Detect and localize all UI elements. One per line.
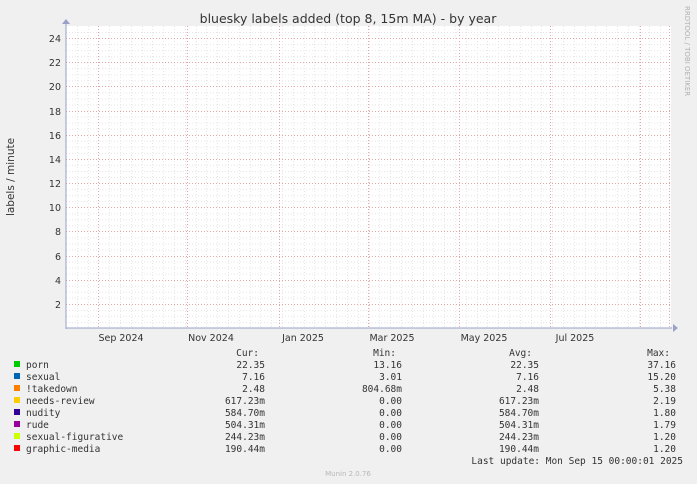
x-axis-arrow	[673, 324, 678, 332]
legend: Cur: Min: Avg: Max: porn 22.35 13.16 22.35 3…	[14, 348, 676, 455]
legend-series-name: sexual	[26, 372, 60, 383]
legend-series-name: porn	[26, 360, 49, 371]
legend-swatch-needs-review	[14, 397, 20, 403]
legend-cur-value: 7.16	[242, 372, 265, 383]
legend-min-value: 0.00	[379, 396, 402, 407]
legend-swatch-takedown	[14, 385, 20, 391]
legend-series-name: nudity	[26, 408, 61, 419]
y-tick-label: 20	[49, 82, 61, 93]
legend-min-value: 0.00	[379, 408, 402, 419]
y-tick-label: 6	[55, 252, 61, 263]
y-tick-label: 18	[49, 107, 61, 118]
last-update: Last update: Mon Sep 15 00:00:01 2025	[471, 456, 683, 467]
legend-max-value: 2.19	[653, 396, 676, 407]
legend-cur-value: 584.70m	[225, 408, 265, 419]
legend-header-min: Min:	[373, 348, 396, 359]
y-tick-label: 4	[55, 276, 61, 287]
legend-swatch-sexual-figurative	[14, 433, 20, 439]
y-tick-label: 8	[55, 227, 61, 238]
legend-cur-value: 244.23m	[225, 432, 265, 443]
y-tick-label: 12	[49, 179, 61, 190]
legend-swatch-porn	[14, 361, 20, 367]
chart-title: bluesky labels added (top 8, 15m MA) - b…	[200, 11, 498, 26]
legend-header-cur: Cur:	[236, 348, 259, 359]
x-tick-label: May 2025	[461, 333, 508, 344]
legend-min-value: 804.68m	[362, 384, 402, 395]
legend-min-value: 0.00	[379, 444, 402, 455]
legend-avg-value: 504.31m	[499, 420, 539, 431]
y-tick-label: 24	[49, 34, 61, 45]
legend-cur-value: 22.35	[236, 360, 265, 371]
legend-series-name: !takedown	[26, 384, 77, 395]
legend-avg-value: 190.44m	[499, 444, 539, 455]
y-tick-label: 14	[49, 155, 61, 166]
x-tick-label: Jan 2025	[281, 333, 324, 344]
legend-swatch-nudity	[14, 409, 20, 415]
legend-swatch-rude	[14, 421, 20, 427]
legend-max-value: 5.38	[653, 384, 676, 395]
y-tick-label: 10	[49, 203, 61, 214]
legend-avg-value: 617.23m	[499, 396, 539, 407]
x-tick-label: Mar 2025	[369, 333, 414, 344]
legend-header-avg: Avg:	[509, 348, 532, 359]
x-tick-label: Jul 2025	[555, 333, 595, 344]
legend-series-name: needs-review	[26, 396, 95, 407]
legend-swatch-graphic-media	[14, 445, 20, 451]
legend-series-name: sexual-figurative	[26, 432, 124, 443]
legend-avg-value: 244.23m	[499, 432, 539, 443]
legend-max-value: 1.80	[653, 408, 676, 419]
legend-swatch-sexual	[14, 373, 20, 379]
legend-avg-value: 7.16	[516, 372, 539, 383]
legend-series-name: rude	[26, 420, 49, 431]
legend-min-value: 0.00	[379, 432, 402, 443]
legend-max-value: 37.16	[647, 360, 676, 371]
y-tick-label: 2	[55, 300, 61, 311]
legend-avg-value: 22.35	[510, 360, 539, 371]
y-tick-labels: 24681012141618202224	[49, 34, 61, 311]
munin-version: Munin 2.0.76	[325, 470, 371, 478]
legend-cur-value: 617.23m	[225, 396, 265, 407]
legend-header-max: Max:	[647, 348, 670, 359]
legend-min-value: 3.01	[379, 372, 402, 383]
x-tick-label: Sep 2024	[98, 333, 143, 344]
legend-max-value: 1.20	[653, 432, 676, 443]
x-tick-labels: Sep 2024 Nov 2024 Jan 2025 Mar 2025 May 2025…	[98, 333, 594, 344]
legend-series-name: graphic-media	[26, 444, 100, 455]
legend-avg-value: 2.48	[516, 384, 539, 395]
legend-max-value: 1.20	[653, 444, 676, 455]
y-tick-label: 22	[49, 58, 61, 69]
y-axis-arrow	[62, 19, 70, 24]
legend-max-value: 1.79	[653, 420, 676, 431]
y-axis-label: labels / minute	[5, 138, 17, 216]
chart: bluesky labels added (top 8, 15m MA) - b…	[5, 6, 691, 478]
legend-min-value: 0.00	[379, 420, 402, 431]
legend-avg-value: 584.70m	[499, 408, 539, 419]
legend-cur-value: 190.44m	[225, 444, 265, 455]
y-tick-label: 16	[49, 131, 61, 142]
legend-min-value: 13.16	[373, 360, 402, 371]
rrdtool-side-label: RRDTOOL / TOBI OETIKER	[683, 6, 691, 96]
legend-cur-value: 504.31m	[225, 420, 265, 431]
x-tick-label: Nov 2024	[188, 333, 234, 344]
legend-cur-value: 2.48	[242, 384, 265, 395]
legend-max-value: 15.20	[647, 372, 676, 383]
